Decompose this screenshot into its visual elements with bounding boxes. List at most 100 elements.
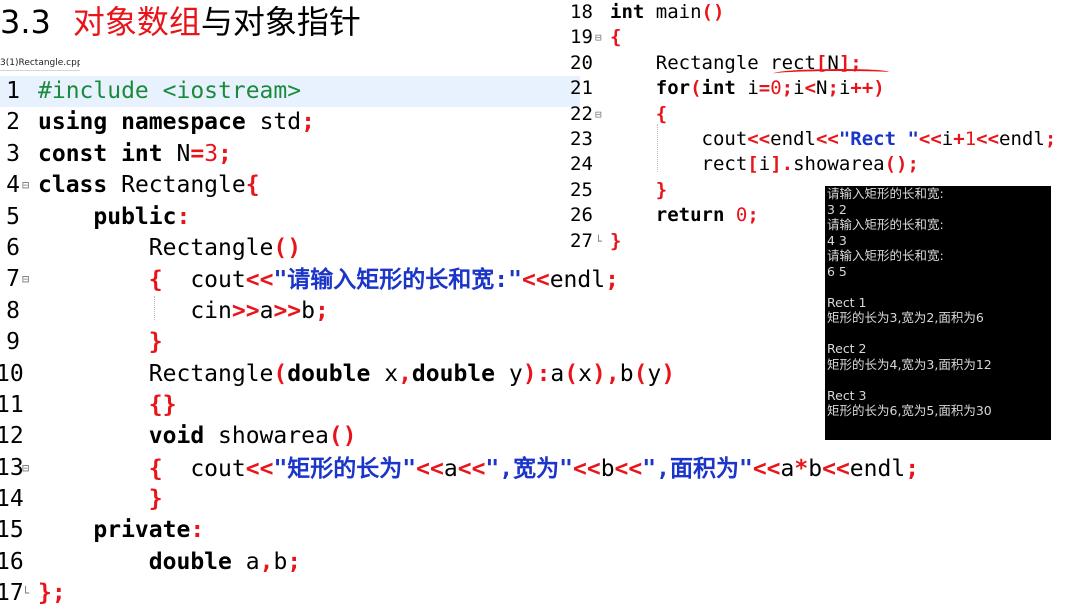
code-token: N [162,140,191,167]
console-line: 矩形的长为3,宽为2,面积为6 [827,310,984,325]
code-token: a [550,360,565,387]
indent-guide [154,296,155,320]
code-text: Rectangle(double x,double y):a(x),b(y) [38,359,675,390]
code-token: cout [162,267,246,294]
fold-toggle-icon[interactable]: ⊟ [22,170,32,201]
code-editor-left[interactable]: 1 #include <iostream> 2 using namespace std… [0,76,919,610]
code-token: return [655,204,725,227]
console-line: 请输入矩形的长和宽: [827,217,944,232]
code-token: , [398,360,412,387]
line-number: 10 [0,360,24,387]
file-tab[interactable]: 3(1)Rectangle.cpp [0,56,80,71]
code-line[interactable]: 7 ⊟ { cout<<"请输入矩形的长和宽:"<<endl; [0,264,619,295]
code-line[interactable]: 19 ⊟{ [568,25,1069,50]
code-line[interactable]: 15 private: [0,515,580,546]
console-output-window: 请输入矩形的长和宽: 3 2 请输入矩形的长和宽: 4 3 请输入矩形的长和宽: 6 5R… [825,186,1051,440]
code-token: rect [610,153,748,176]
line-number: 7 [6,266,20,293]
code-line[interactable]: 23 cout<<endl<<"Rect "<<i+1<<endl; [568,127,1069,152]
code-token: } [148,329,163,356]
code-token: ( [273,360,288,387]
code-token: < [804,77,817,100]
code-token: { [148,267,163,294]
code-token: Rectangle [38,360,274,387]
code-line[interactable]: 4 ⊟ class Rectangle{ [0,170,580,201]
line-number: 19 [570,26,593,49]
code-token: cout [610,127,748,150]
code-token: const int [38,140,163,167]
code-token: 0 [770,77,782,100]
code-token: << [245,455,274,482]
line-number: 17 [0,580,24,607]
code-token: }; [38,580,66,607]
code-line[interactable]: 2 using namespace std; [0,107,580,138]
code-token: ]. [770,153,794,176]
code-token: } [610,229,622,252]
fold-toggle-icon[interactable]: └ [595,229,605,254]
fold-toggle-icon[interactable]: ⊟ [22,453,32,484]
code-line[interactable]: 22 ⊟ { [568,102,1069,127]
code-token: << [245,267,274,294]
code-token: { [610,26,622,49]
code-line[interactable]: 3 const int N=3; [0,139,580,170]
code-line[interactable]: 12 void showarea() [0,421,580,452]
code-text: private: [38,515,204,546]
slide-title: 3.3 对象数组与对象指针 [0,2,361,42]
code-token: {} [148,391,177,418]
code-token: Rectangle [38,234,274,261]
fold-toggle-icon[interactable]: ⊟ [22,264,32,295]
code-line[interactable]: 14 } [0,484,580,515]
code-token: i [838,77,851,100]
code-text: }; [38,578,66,609]
code-line[interactable]: 11 {} [0,390,580,421]
code-token: int [701,77,736,100]
fold-toggle-icon[interactable]: └ [22,578,32,609]
code-line[interactable]: 16 double a,b; [0,547,580,578]
code-line[interactable]: 9 } [0,327,580,358]
code-token: public [93,203,177,230]
code-token: << [976,127,1000,150]
line-number: 1 [6,78,20,104]
code-token: x [578,360,592,387]
line-number: 14 [0,486,24,513]
code-line[interactable]: 8 cin>>a>>b; [0,296,580,327]
code-token: void [148,423,205,450]
line-number: 2 [6,109,20,136]
code-token: } [655,178,668,201]
fold-toggle-icon[interactable]: ⊟ [595,102,605,127]
code-token: int [610,1,645,23]
code-token: + [953,127,965,150]
code-line[interactable]: 10 Rectangle(double x,double y):a(x),b(y… [0,359,675,390]
code-token: 宽为 [513,454,560,482]
code-line[interactable]: 17 └}; [0,578,580,609]
code-line[interactable]: 21 for(int i=0;i<N;i++) [568,76,1069,101]
code-token: endl [549,267,606,294]
code-token: << [918,127,942,150]
code-line[interactable]: 6 Rectangle() [0,233,580,264]
code-token: i [758,153,771,176]
code-token: 3 [204,140,219,167]
code-token: a [231,548,260,575]
code-token: cin [38,297,232,324]
line-number: 5 [6,203,20,230]
code-token: a [259,297,274,324]
code-token: () [701,1,725,23]
code-line[interactable]: 24 rect[i].showarea(); [568,152,1069,177]
code-line[interactable]: 5 public: [0,202,580,233]
code-line[interactable]: 1 #include <iostream> [0,76,580,108]
code-text: { cout<<"矩形的长为"<<a<<",宽为"<<b<<",面积为"<<a*… [38,453,919,485]
code-token: ", [642,455,670,482]
code-text: { [610,25,621,50]
console-line: 矩形的长为4,宽为3,面积为12 [827,356,992,372]
line-number: 8 [6,297,20,324]
code-line[interactable]: 13 ⊟ { cout<<"矩形的长为"<<a<<",宽为"<<b<<",面积为"… [0,453,919,484]
fold-toggle-icon[interactable]: ⊟ [595,25,605,50]
code-token: 面积为 [669,454,739,482]
line-number: 18 [570,1,593,23]
code-line[interactable]: 18 int main() [568,0,1069,25]
